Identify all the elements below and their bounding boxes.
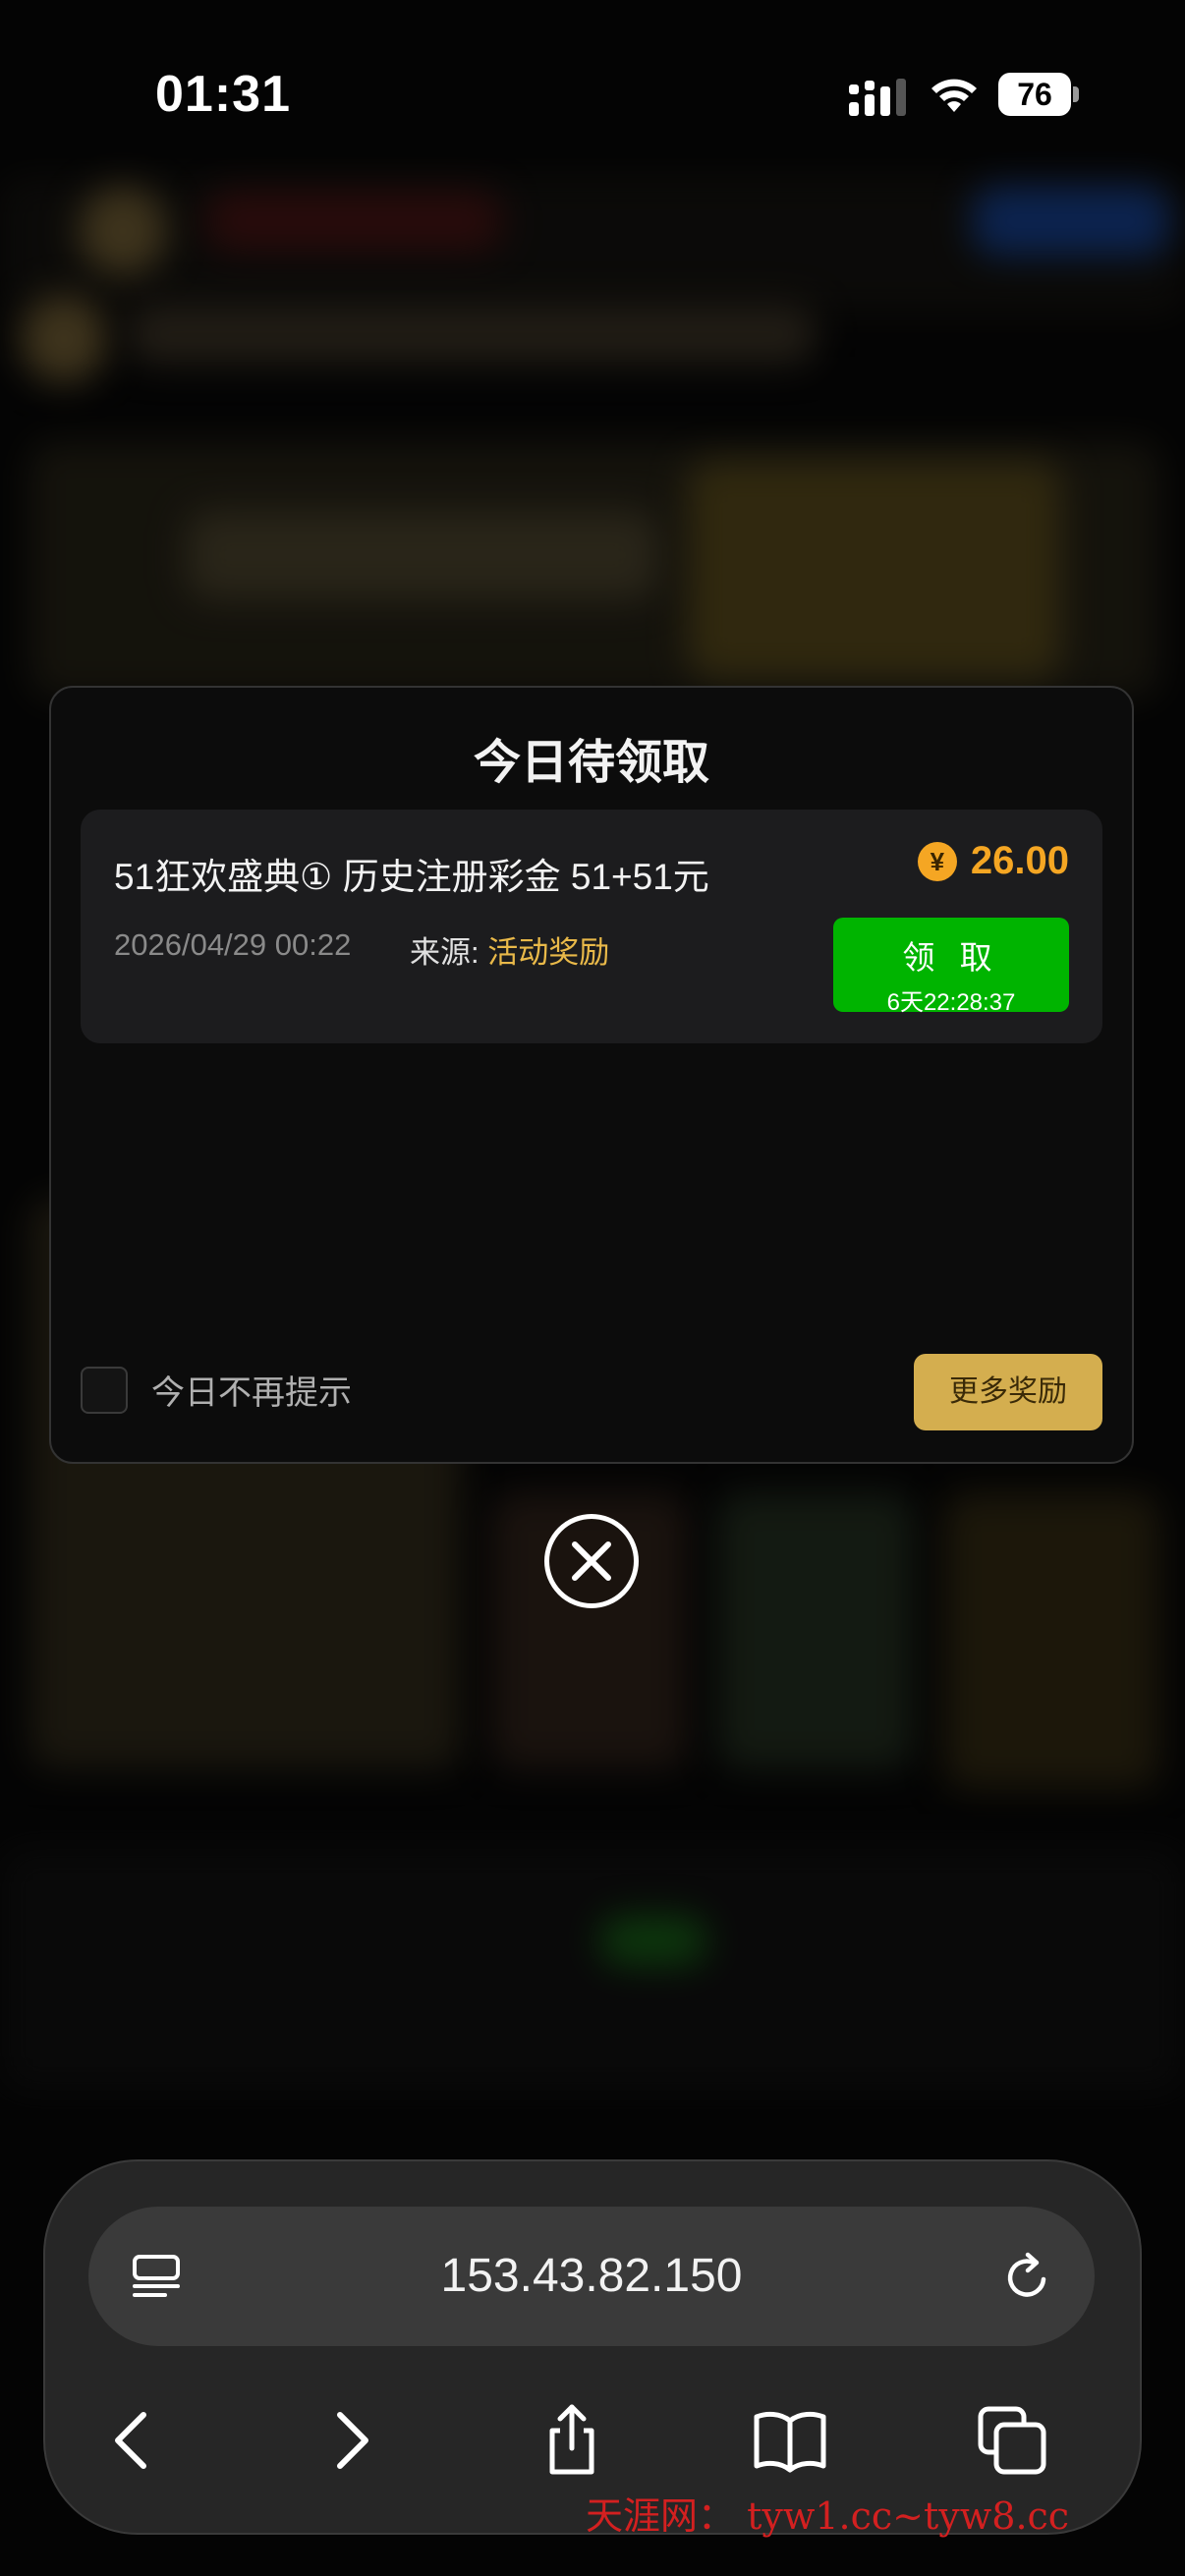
tabs-icon[interactable] bbox=[973, 2401, 1051, 2480]
claim-countdown: 6天22:28:37 bbox=[886, 989, 1016, 1016]
reward-date: 2026/04/29 00:22 bbox=[114, 927, 352, 962]
forward-icon[interactable] bbox=[310, 2401, 389, 2480]
back-icon[interactable] bbox=[94, 2401, 173, 2480]
battery-icon: 76 bbox=[998, 73, 1079, 116]
dont-show-label: 今日不再提示 bbox=[151, 1374, 352, 1412]
modal-title: 今日待领取 bbox=[473, 737, 709, 789]
address-bar[interactable]: 153.43.82.150 bbox=[88, 2207, 1095, 2346]
status-time: 01:31 bbox=[155, 66, 291, 123]
reward-source-label: 来源: bbox=[410, 935, 480, 970]
claim-button-label: 领 取 bbox=[902, 939, 1000, 976]
url-text[interactable]: 153.43.82.150 bbox=[88, 2207, 1095, 2346]
reward-amount-value: 26.00 bbox=[970, 839, 1069, 882]
browser-toolbar: 153.43.82.150 bbox=[43, 2159, 1142, 2535]
reward-source-value: 活动奖励 bbox=[487, 935, 610, 970]
reward-amount: ¥ 26.00 bbox=[917, 839, 1069, 883]
watermark-text: 天涯网： tyw1.cc~tyw8.cc bbox=[586, 2494, 1070, 2538]
reward-card: 51狂欢盛典① 历史注册彩金 51+51元 2026/04/29 00:22 来… bbox=[81, 810, 1102, 1043]
dont-show-checkbox[interactable] bbox=[81, 1366, 128, 1414]
close-icon bbox=[572, 1541, 611, 1581]
battery-level: 76 bbox=[998, 73, 1071, 116]
bookmarks-icon[interactable] bbox=[751, 2401, 829, 2480]
more-rewards-button[interactable]: 更多奖励 bbox=[914, 1354, 1102, 1430]
reward-source: 来源: 活动奖励 bbox=[410, 927, 609, 972]
status-bar: 01:31 76 bbox=[0, 0, 1185, 187]
close-button[interactable] bbox=[544, 1514, 639, 1608]
battery-nub bbox=[1073, 86, 1079, 102]
cellular-signal-icon bbox=[849, 79, 906, 116]
wifi-icon bbox=[931, 79, 977, 112]
reward-title: 51狂欢盛典① 历史注册彩金 51+51元 bbox=[114, 857, 709, 897]
share-icon[interactable] bbox=[533, 2401, 611, 2480]
dont-show-today[interactable]: 今日不再提示 bbox=[81, 1366, 352, 1414]
coin-icon: ¥ bbox=[917, 841, 957, 881]
daily-rewards-modal: 今日待领取 51狂欢盛典① 历史注册彩金 51+51元 2026/04/29 0… bbox=[49, 686, 1134, 1464]
reload-icon[interactable] bbox=[1004, 2252, 1051, 2301]
claim-button[interactable]: 领 取 6天22:28:37 bbox=[833, 918, 1069, 1016]
